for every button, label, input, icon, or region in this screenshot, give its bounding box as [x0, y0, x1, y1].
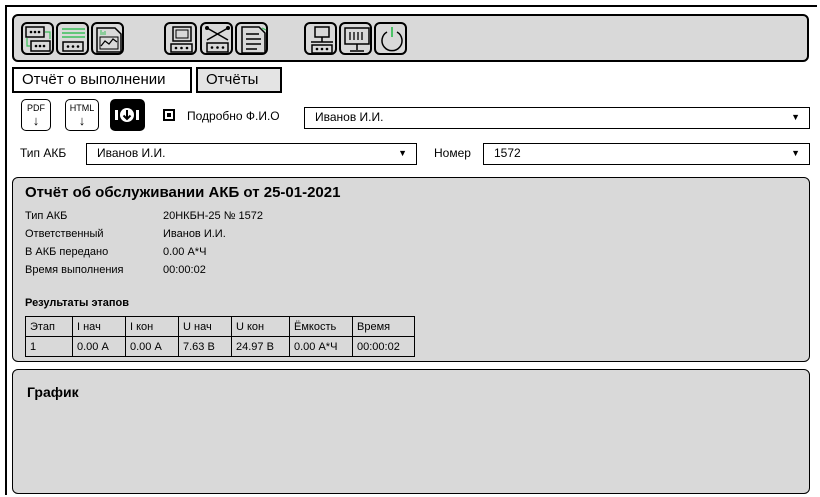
battery-type-select[interactable]: Иванов И.И. ▼ [86, 143, 417, 165]
battery-type-label: Тип АКБ [20, 146, 67, 160]
person-select-value: Иванов И.И. [315, 110, 384, 124]
table-row: 1 0.00 А 0.00 А 7.63 В 24.97 В 0.00 А*Ч … [25, 336, 415, 357]
battery-list-button[interactable] [56, 22, 89, 55]
arrow-down-icon: ↓ [78, 113, 86, 128]
export-pdf-button[interactable]: PDF ↓ [21, 99, 51, 131]
column-header: U кон [231, 316, 290, 337]
results-table: Этап I нач I кон U нач U кон Ёмкость Вре… [25, 316, 415, 357]
column-header: U нач [178, 316, 232, 337]
battery-type-value: Иванов И.И. [97, 146, 166, 160]
column-header: I кон [125, 316, 179, 337]
dropdown-arrow-icon: ▼ [791, 112, 800, 122]
arrow-down-icon: ↓ [32, 113, 40, 128]
export-html-button[interactable]: HTML ↓ [65, 99, 99, 131]
column-header: Время [352, 316, 415, 337]
number-select[interactable]: 1572 ▼ [483, 143, 810, 165]
detailed-label: Подробно Ф.И.О [187, 109, 280, 123]
field-key: Время выполнения [25, 264, 124, 276]
table-cell: 00:00:02 [352, 336, 415, 357]
table-cell: 1 [25, 336, 73, 357]
chart-document-button[interactable] [91, 22, 124, 55]
battery-list-icon [62, 28, 85, 52]
field-key: В АКБ передано [25, 246, 109, 258]
battery-monitor-icon [170, 26, 193, 53]
report-document-button[interactable] [235, 22, 268, 55]
report-title: Отчёт об обслуживании АКБ от 25-01-2021 [25, 184, 341, 201]
monitor-button[interactable] [339, 22, 372, 55]
field-key: Тип АКБ [25, 210, 68, 222]
person-select[interactable]: Иванов И.И. ▼ [304, 107, 810, 129]
detailed-checkbox[interactable] [163, 109, 175, 121]
field-value: 00:00:02 [163, 264, 206, 276]
tab-execution-report[interactable]: Отчёт о выполнении [12, 67, 192, 93]
chart-document-icon [96, 27, 122, 53]
batteries-chain-icon [25, 26, 51, 52]
dropdown-arrow-icon: ▼ [398, 148, 407, 158]
field-value: 0.00 А*Ч [163, 246, 207, 258]
battery-network-button[interactable] [200, 22, 233, 55]
battery-monitor-button[interactable] [164, 22, 197, 55]
power-button[interactable] [374, 22, 407, 55]
graph-panel: График [12, 369, 810, 494]
stages-title: Результаты этапов [25, 297, 130, 309]
tab-reports[interactable]: Отчёты [196, 67, 282, 93]
table-cell: 7.63 В [178, 336, 232, 357]
toolbar [12, 14, 809, 62]
power-icon [381, 27, 403, 52]
field-value: 20НКБН-25 № 1572 [163, 210, 264, 222]
number-value: 1572 [494, 146, 521, 160]
monitor-icon [344, 27, 370, 52]
device-connection-icon [311, 26, 333, 54]
number-label: Номер [434, 146, 471, 160]
tab-label: Отчёты [206, 71, 259, 88]
table-cell: 24.97 В [231, 336, 290, 357]
table-cell: 0.00 А [72, 336, 126, 357]
field-value: Иванов И.И. [163, 228, 226, 240]
column-header: Этап [25, 316, 73, 337]
graph-title: График [27, 384, 79, 400]
download-icon [115, 108, 139, 122]
table-cell: 0.00 А*Ч [289, 336, 353, 357]
field-key: Ответственный [25, 228, 104, 240]
dropdown-arrow-icon: ▼ [791, 148, 800, 158]
download-button[interactable] [110, 99, 145, 131]
battery-network-icon [205, 26, 230, 53]
column-header: Ёмкость [289, 316, 353, 337]
report-document-icon [241, 26, 267, 54]
device-connection-button[interactable] [304, 22, 337, 55]
tab-label: Отчёт о выполнении [22, 71, 166, 88]
column-header: I нач [72, 316, 126, 337]
report-panel: Отчёт об обслуживании АКБ от 25-01-2021 … [12, 177, 810, 362]
batteries-chain-button[interactable] [21, 22, 54, 55]
table-header-row: Этап I нач I кон U нач U кон Ёмкость Вре… [25, 316, 415, 337]
table-cell: 0.00 А [125, 336, 179, 357]
